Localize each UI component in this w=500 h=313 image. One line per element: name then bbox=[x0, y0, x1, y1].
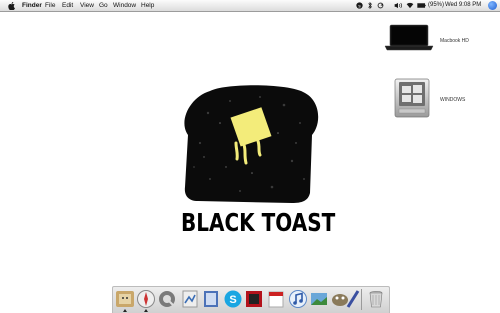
macbook-hd-icon[interactable] bbox=[384, 24, 434, 52]
menu-finder[interactable]: Finder bbox=[22, 0, 42, 11]
trash-icon[interactable] bbox=[366, 289, 386, 309]
volume-status-icon[interactable] bbox=[394, 0, 402, 11]
windows-drive-icon[interactable] bbox=[393, 78, 431, 120]
menu-edit[interactable]: Edit bbox=[62, 0, 73, 11]
logo-text: BLACK TOAST bbox=[181, 207, 336, 237]
safari-running-indicator bbox=[144, 309, 148, 312]
ical-icon[interactable] bbox=[266, 289, 286, 309]
macbook-hd-label[interactable]: Macbook HD bbox=[440, 38, 469, 44]
battery-percent: (95%) bbox=[428, 2, 445, 8]
wifi-status-icon[interactable] bbox=[406, 0, 414, 11]
menu-view[interactable]: View bbox=[80, 0, 94, 11]
safari-icon[interactable] bbox=[136, 289, 156, 309]
quicktime-icon[interactable] bbox=[157, 289, 177, 309]
menu-bar: Finder File Edit View Go Window Help s (… bbox=[0, 0, 500, 12]
preview-icon[interactable] bbox=[180, 289, 200, 309]
hard-drive-icon bbox=[394, 78, 430, 118]
dock-separator bbox=[361, 289, 362, 310]
menu-go[interactable]: Go bbox=[99, 0, 108, 11]
menu-file[interactable]: File bbox=[45, 0, 55, 11]
finder-icon[interactable] bbox=[115, 289, 135, 309]
skype-status-icon[interactable]: s bbox=[356, 0, 363, 11]
finder-running-indicator bbox=[123, 309, 127, 312]
photo-booth-icon[interactable] bbox=[244, 289, 264, 309]
address-book-icon[interactable] bbox=[201, 289, 221, 309]
menubar-clock[interactable]: Wed 9:08 PM bbox=[445, 0, 481, 11]
menu-window[interactable]: Window bbox=[113, 0, 136, 11]
skype-icon[interactable]: S bbox=[223, 289, 243, 309]
sync-status-icon[interactable] bbox=[377, 0, 384, 11]
iphoto-icon[interactable] bbox=[309, 289, 329, 309]
windows-drive-label[interactable]: WINDOWS bbox=[440, 97, 465, 103]
itunes-icon[interactable] bbox=[288, 289, 308, 309]
battery-status-icon[interactable] bbox=[417, 0, 426, 11]
toast-graphic bbox=[184, 85, 319, 203]
apple-menu-icon[interactable] bbox=[8, 0, 15, 11]
svg-text:S: S bbox=[229, 294, 236, 306]
laptop-icon bbox=[384, 24, 434, 51]
menu-help[interactable]: Help bbox=[141, 0, 154, 11]
bluetooth-status-icon[interactable] bbox=[367, 0, 373, 11]
app-icon[interactable] bbox=[346, 289, 360, 309]
spotlight-icon[interactable] bbox=[488, 1, 497, 10]
